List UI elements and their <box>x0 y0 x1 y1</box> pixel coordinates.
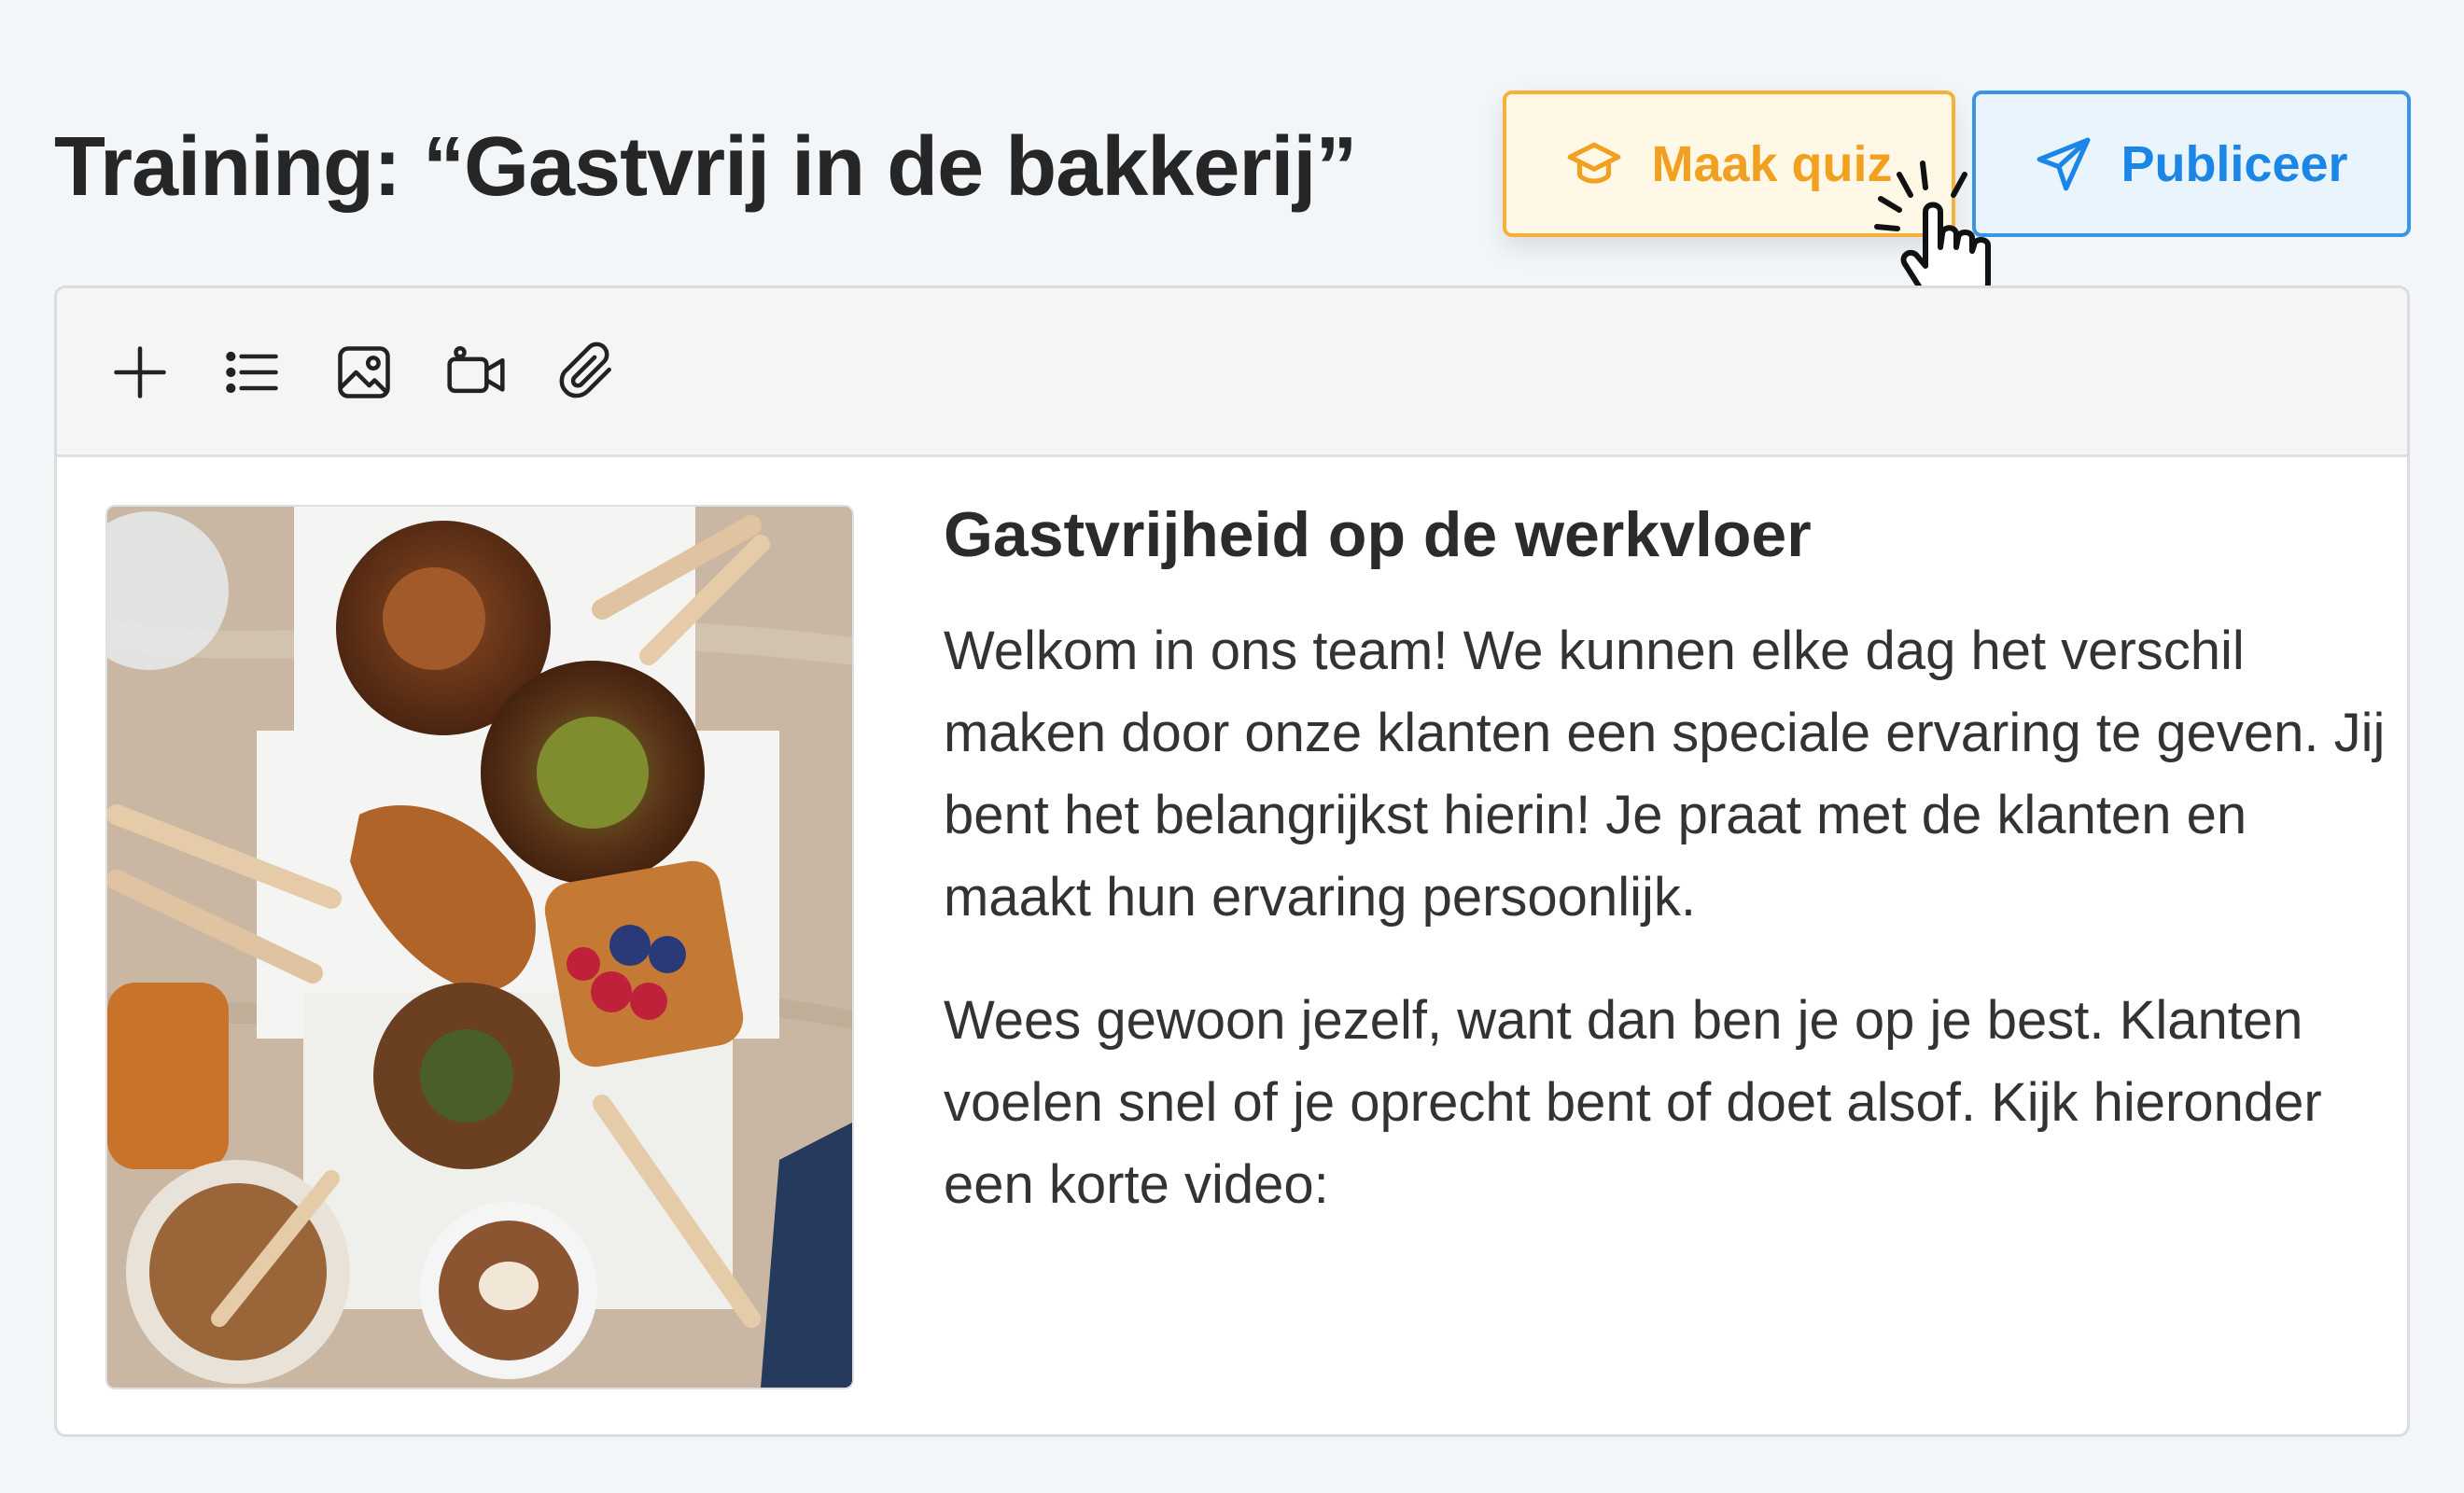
publish-label: Publiceer <box>2121 135 2348 192</box>
list-icon[interactable] <box>220 341 284 404</box>
plus-icon[interactable] <box>108 341 172 404</box>
pastries-photo <box>105 505 854 1389</box>
send-icon <box>2037 137 2091 190</box>
editor-panel: Gastvrijheid op de werkvloer Welkom in o… <box>54 286 2410 1437</box>
page-title: Training: “Gastvrij in de bakkerij” <box>54 120 1357 214</box>
graduation-cap-icon <box>1568 142 1621 184</box>
article-paragraph-2: Wees gewoon jezelf, want dan ben je op j… <box>944 990 2322 1215</box>
editor-toolbar <box>57 288 2407 457</box>
video-icon[interactable] <box>444 341 508 404</box>
publish-button[interactable]: Publiceer <box>1972 91 2411 237</box>
make-quiz-label: Maak quiz <box>1651 135 1893 192</box>
article-heading: Gastvrijheid op de werkvloer <box>944 499 1812 570</box>
pastries-image <box>107 507 852 1388</box>
article-paragraph-1: Welkom in ons team! We kunnen elke dag h… <box>944 621 2386 928</box>
attachment-icon[interactable] <box>556 341 620 404</box>
image-icon[interactable] <box>332 341 396 404</box>
article-body[interactable]: Gastvrijheid op de werkvloer Welkom in o… <box>944 498 2400 1267</box>
